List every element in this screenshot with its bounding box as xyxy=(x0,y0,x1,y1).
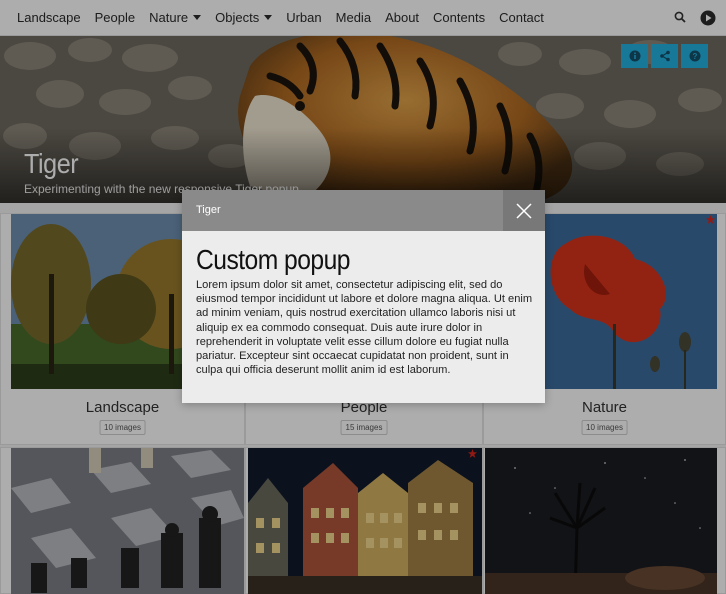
popup-header: Tiger xyxy=(182,190,545,231)
close-button[interactable] xyxy=(503,190,545,231)
popup-body-text: Lorem ipsum dolor sit amet, consectetur … xyxy=(196,279,533,377)
custom-popup-dialog: Tiger Custom popup Lorem ipsum dolor sit… xyxy=(182,190,545,403)
close-icon xyxy=(516,202,532,219)
popup-header-title: Tiger xyxy=(196,204,221,216)
popup-heading: Custom popup xyxy=(196,244,350,275)
